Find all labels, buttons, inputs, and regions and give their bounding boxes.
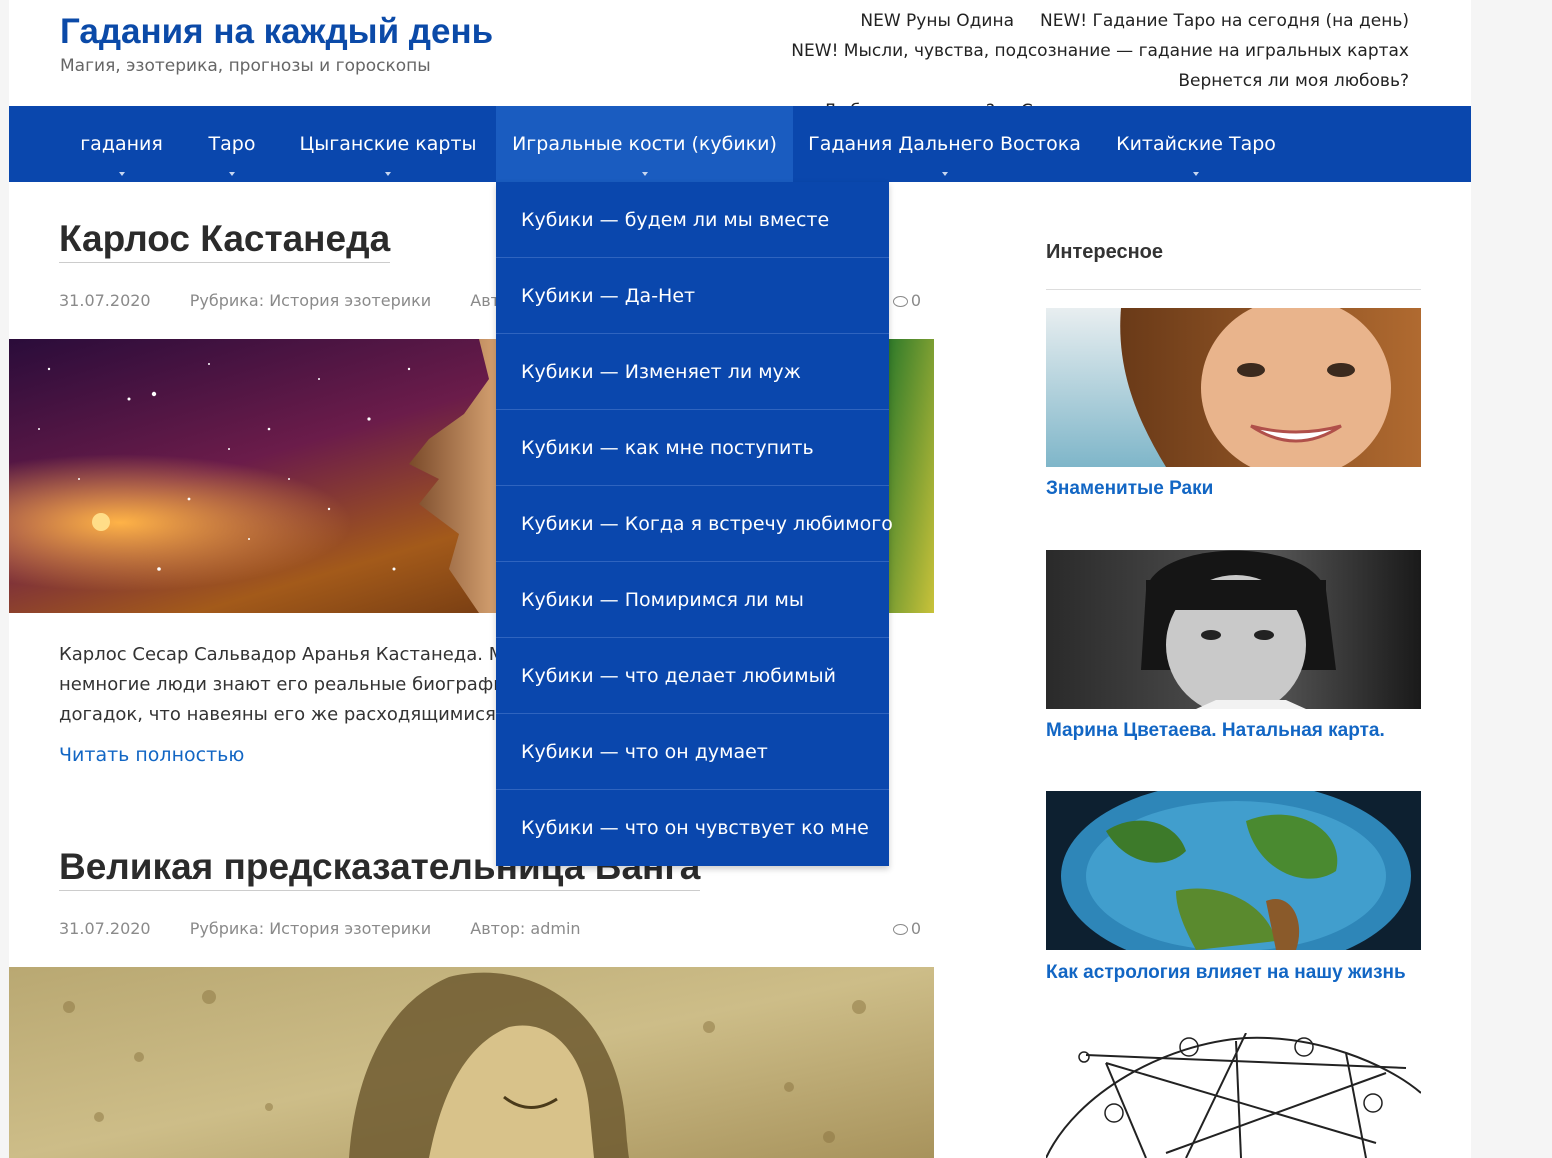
dropdown-item-husband-cheating[interactable]: Кубики — Изменяет ли муж	[496, 334, 889, 410]
nav-item-label: Игральные кости (кубики)	[512, 133, 777, 155]
post-meta: 31.07.2020 Рубрика: История эзотерики Ав…	[59, 919, 921, 938]
sidebar-image-tsvetaeva[interactable]	[1046, 550, 1421, 709]
post-category[interactable]: Рубрика: История эзотерики	[190, 291, 431, 310]
post-comments[interactable]: 0	[892, 919, 921, 938]
post-comments[interactable]: 0	[892, 291, 921, 310]
dropdown-item-he-feels[interactable]: Кубики — что он чувствует ко мне	[496, 790, 889, 866]
nav-item-chinese-tarot[interactable]: Китайские Таро	[1096, 106, 1296, 182]
sidebar-image-famous-cancers[interactable]	[1046, 308, 1421, 467]
dropdown-item-beloved-doing[interactable]: Кубики — что делает любимый	[496, 638, 889, 714]
dropdown-item-meet-beloved[interactable]: Кубики — Когда я встречу любимого	[496, 486, 893, 562]
caret-down-icon	[118, 172, 125, 176]
nav-item-dice[interactable]: Игральные кости (кубики)	[496, 106, 793, 182]
natal-chart-drawing	[1046, 1033, 1421, 1158]
portrait-painting-image	[9, 967, 934, 1158]
main-nav: гадания Таро Цыганские карты Игральные к…	[9, 106, 1471, 182]
sidebar-link-famous-cancers[interactable]: Знаменитые Раки	[1046, 478, 1213, 500]
nav-item-label: Китайские Таро	[1116, 133, 1276, 155]
smiling-woman-image	[1046, 308, 1421, 467]
post-date: 31.07.2020	[59, 291, 151, 310]
comment-count: 0	[910, 919, 921, 938]
comment-count: 0	[910, 291, 921, 310]
caret-down-icon	[641, 172, 648, 176]
dropdown-item-together[interactable]: Кубики — будем ли мы вместе	[496, 182, 889, 258]
nav-item-label: Таро	[208, 133, 256, 155]
site-description: Магия, эзотерика, прогнозы и гороскопы	[60, 56, 431, 76]
comment-bubble-icon	[892, 924, 908, 935]
dropdown-item-reconcile[interactable]: Кубики — Помиримся ли мы	[496, 562, 889, 638]
dice-dropdown-menu: Кубики — будем ли мы вместе Кубики — Да-…	[496, 182, 893, 866]
nav-item-gypsy-cards[interactable]: Цыганские карты	[280, 106, 496, 182]
page: Гадания на каждый день Магия, эзотерика,…	[9, 0, 1471, 1158]
site-title[interactable]: Гадания на каждый день	[60, 12, 493, 52]
nav-item-label: Гадания Дальнего Востока	[808, 133, 1081, 155]
top-link-thoughts-feelings[interactable]: NEW! Мысли, чувства, подсознание — гадан…	[791, 36, 1409, 66]
nav-item-label: гадания	[80, 133, 163, 155]
dropdown-item-yes-no[interactable]: Кубики — Да-Нет	[496, 258, 889, 334]
nav-item-gadaniya[interactable]: гадания	[59, 106, 184, 182]
top-link-tarot-today[interactable]: NEW! Гадание Таро на сегодня (на день)	[1040, 6, 1409, 36]
earth-islands-image	[1046, 791, 1421, 950]
dropdown-item-how-to-act[interactable]: Кубики — как мне поступить	[496, 410, 889, 486]
caret-down-icon	[1193, 172, 1199, 176]
bw-portrait-image	[1046, 550, 1421, 709]
post-category[interactable]: Рубрика: История эзотерики	[190, 919, 431, 938]
caret-down-icon	[385, 172, 391, 176]
widget-divider	[1046, 289, 1421, 290]
dropdown-item-he-thinks[interactable]: Кубики — что он думает	[496, 714, 889, 790]
post-title[interactable]: Карлос Кастанеда	[59, 218, 391, 263]
nav-item-far-east[interactable]: Гадания Дальнего Востока	[793, 106, 1096, 182]
nav-item-label: Цыганские карты	[299, 133, 477, 155]
read-more-link[interactable]: Читать полностью	[59, 744, 244, 766]
post-author[interactable]: Автор: admin	[470, 919, 580, 938]
sidebar-image-natal-chart[interactable]	[1046, 1033, 1421, 1158]
sidebar-link-astrology[interactable]: Как астрология влияет на нашу жизнь	[1046, 962, 1406, 984]
caret-down-icon	[941, 172, 948, 176]
top-link-love-return[interactable]: Вернется ли моя любовь?	[1178, 66, 1409, 96]
comment-bubble-icon	[892, 296, 908, 307]
sidebar-image-astrology[interactable]	[1046, 791, 1421, 950]
widget-title: Интересное	[1046, 241, 1163, 263]
top-link-runes[interactable]: NEW Руны Одина	[860, 6, 1014, 36]
sidebar-link-tsvetaeva[interactable]: Марина Цветаева. Натальная карта.	[1046, 720, 1385, 742]
post-date: 31.07.2020	[59, 919, 151, 938]
nav-item-taro[interactable]: Таро	[184, 106, 280, 182]
post-image-vanga[interactable]	[9, 967, 934, 1158]
caret-down-icon	[229, 172, 235, 176]
